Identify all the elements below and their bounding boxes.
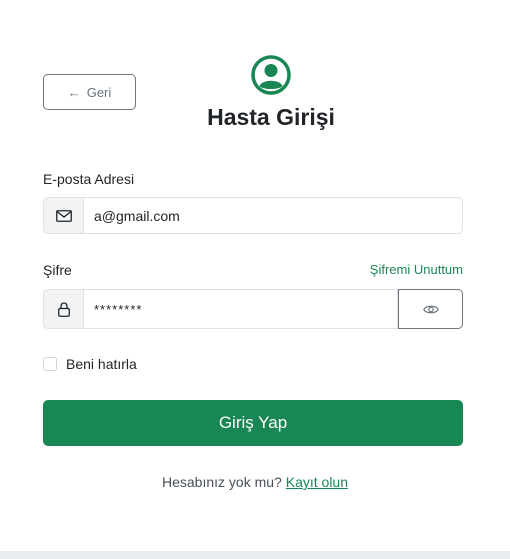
remember-me-label[interactable]: Beni hatırla [66, 356, 137, 372]
envelope-icon [55, 209, 72, 222]
remember-me-checkbox[interactable] [43, 357, 57, 371]
email-label: E-posta Adresi [43, 171, 135, 187]
email-input-group [43, 197, 463, 234]
login-card: ← Geri Hasta Girişi E-posta Adresi Şifre… [0, 0, 510, 551]
signup-prompt-text: Hesabınız yok mu? [162, 474, 282, 490]
lock-icon [57, 301, 70, 317]
password-label: Şifre [43, 262, 72, 278]
password-input-group [43, 289, 463, 329]
signup-link[interactable]: Kayıt olun [286, 474, 348, 490]
forgot-password-link[interactable]: Şifremi Unuttum [370, 262, 463, 277]
remember-me-row: Beni hatırla [43, 356, 137, 372]
toggle-password-button[interactable] [398, 289, 463, 329]
arrow-left-icon: ← [67, 84, 81, 100]
email-input[interactable] [83, 197, 463, 234]
password-input[interactable] [83, 289, 398, 329]
email-addon [43, 197, 83, 234]
page-title: Hasta Girişi [207, 104, 335, 130]
eye-icon [422, 305, 439, 313]
login-button[interactable]: Giriş Yap [43, 400, 463, 446]
signup-prompt: Hesabınız yok mu? Kayıt olun [0, 474, 510, 490]
back-button-label: Geri [86, 84, 112, 100]
password-addon [43, 289, 83, 329]
user-circle-icon [251, 55, 291, 95]
